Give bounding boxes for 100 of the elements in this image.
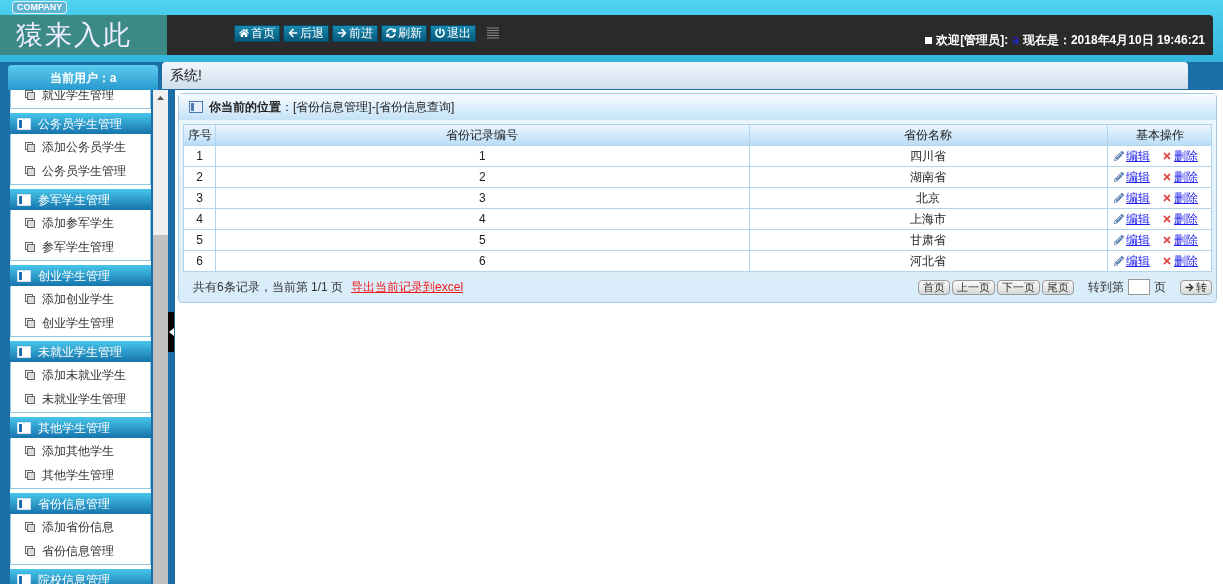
toolbar-button[interactable]: 前进 <box>332 24 378 42</box>
page-icon <box>25 294 35 304</box>
edit-link[interactable]: 编辑 <box>1126 147 1156 165</box>
table-cell: 4 <box>183 208 216 230</box>
menu-item[interactable]: 未就业学生管理 <box>11 387 150 411</box>
delete-link[interactable]: 删除 <box>1174 168 1198 186</box>
left-arrow-icon <box>288 28 298 38</box>
toolbar-button[interactable]: 退出 <box>430 24 476 42</box>
delete-link[interactable]: 删除 <box>1174 210 1198 228</box>
pencil-icon <box>1114 214 1124 224</box>
bullet-icon <box>925 36 933 44</box>
page-label: 页 <box>1154 279 1166 296</box>
cross-icon <box>1162 214 1172 224</box>
page-icon <box>25 446 35 456</box>
panel-icon <box>17 497 31 510</box>
menu-item[interactable]: 添加其他学生 <box>11 439 150 463</box>
page-icon <box>25 546 35 556</box>
refresh-icon <box>386 28 396 38</box>
menu-item[interactable]: 添加参军学生 <box>11 211 150 235</box>
pager-button[interactable]: 下一页 <box>997 279 1040 295</box>
toolbar-button[interactable]: 后退 <box>283 24 329 42</box>
delete-link[interactable]: 删除 <box>1174 231 1198 249</box>
pencil-icon <box>1114 151 1124 161</box>
edit-link[interactable]: 编辑 <box>1126 231 1156 249</box>
edit-link[interactable]: 编辑 <box>1126 168 1156 186</box>
power-icon <box>435 28 445 38</box>
page-icon <box>25 242 35 252</box>
delete-link[interactable]: 删除 <box>1174 147 1198 165</box>
menu-item[interactable]: 添加创业学生 <box>11 287 150 311</box>
welcome-text: 欢迎[管理员]: <box>936 32 1009 49</box>
panel-icon <box>189 101 203 113</box>
scrollbar[interactable] <box>153 90 168 584</box>
edit-link[interactable]: 编辑 <box>1126 210 1156 228</box>
table-cell: 5 <box>215 229 750 251</box>
pencil-icon <box>1114 235 1124 245</box>
goto-label: 转到第 <box>1088 279 1124 296</box>
cross-icon <box>1162 172 1172 182</box>
edit-link[interactable]: 编辑 <box>1126 252 1156 270</box>
panel-icon <box>17 345 31 358</box>
page-icon <box>25 166 35 176</box>
page-input[interactable] <box>1128 279 1150 295</box>
table-cell: 湖南省 <box>749 166 1108 188</box>
menu-item[interactable]: 添加省份信息 <box>11 515 150 539</box>
user-name: a <box>1012 32 1019 49</box>
menu-icon <box>487 27 499 39</box>
table-cell: 1 <box>215 145 750 167</box>
table-cell: 3 <box>215 187 750 209</box>
table-cell: 1 <box>183 145 216 167</box>
panel-icon <box>17 573 31 584</box>
cross-icon <box>1162 151 1172 161</box>
column-header: 基本操作 <box>1107 124 1212 146</box>
menu-item[interactable]: 其他学生管理 <box>11 463 150 487</box>
toolbar-button[interactable]: 首页 <box>234 24 280 42</box>
home-icon <box>239 28 249 38</box>
page-icon <box>25 522 35 532</box>
pager-button[interactable]: 上一页 <box>952 279 995 295</box>
table-cell: 4 <box>215 208 750 230</box>
menu-item[interactable]: 添加公务员学生 <box>11 135 150 159</box>
delete-link[interactable]: 删除 <box>1174 252 1198 270</box>
breadcrumb: 你当前的位置：[省份信息管理]-[省份信息查询] <box>209 99 455 116</box>
pencil-icon <box>1114 256 1124 266</box>
table-cell: 2 <box>215 166 750 188</box>
table-cell: 上海市 <box>749 208 1108 230</box>
delete-link[interactable]: 删除 <box>1174 189 1198 207</box>
go-button[interactable]: 转 <box>1180 279 1212 295</box>
logo: 猿来入此 <box>0 15 167 55</box>
menu-item[interactable]: 公务员学生管理 <box>11 159 150 183</box>
scroll-up-icon <box>157 95 164 100</box>
table-cell: 河北省 <box>749 250 1108 272</box>
menu-item[interactable]: 添加未就业学生 <box>11 363 150 387</box>
page-icon <box>25 370 35 380</box>
system-bar: 系统! <box>162 62 1188 89</box>
page-icon <box>25 318 35 328</box>
current-time: 现在是：2018年4月10日 19:46:21 <box>1022 32 1205 49</box>
page-icon <box>25 218 35 228</box>
page-icon <box>25 470 35 480</box>
column-header: 序号 <box>183 124 216 146</box>
panel-icon <box>17 193 31 206</box>
menu-item[interactable]: 省份信息管理 <box>11 539 150 563</box>
table-cell: 2 <box>183 166 216 188</box>
record-summary: 共有6条记录，当前第 1/1 页 <box>193 279 344 296</box>
collapse-handle[interactable] <box>168 312 174 352</box>
menu-item[interactable]: 创业学生管理 <box>11 311 150 335</box>
table-cell: 甘肃省 <box>749 229 1108 251</box>
cross-icon <box>1162 235 1172 245</box>
page-icon <box>25 394 35 404</box>
export-link[interactable]: 导出当前记录到excel <box>351 278 464 296</box>
panel-icon <box>17 269 31 282</box>
table-cell: 北京 <box>749 187 1108 209</box>
panel-icon <box>17 117 31 130</box>
edit-link[interactable]: 编辑 <box>1126 189 1156 207</box>
pager-button[interactable]: 首页 <box>918 279 950 295</box>
pager-button[interactable]: 尾页 <box>1042 279 1074 295</box>
pencil-icon <box>1114 193 1124 203</box>
cross-icon <box>1162 193 1172 203</box>
right-arrow-icon <box>1185 282 1194 292</box>
column-header: 省份记录编号 <box>215 124 750 146</box>
menu-item[interactable]: 参军学生管理 <box>11 235 150 259</box>
toolbar-button[interactable]: 刷新 <box>381 24 427 42</box>
table-cell: 6 <box>215 250 750 272</box>
